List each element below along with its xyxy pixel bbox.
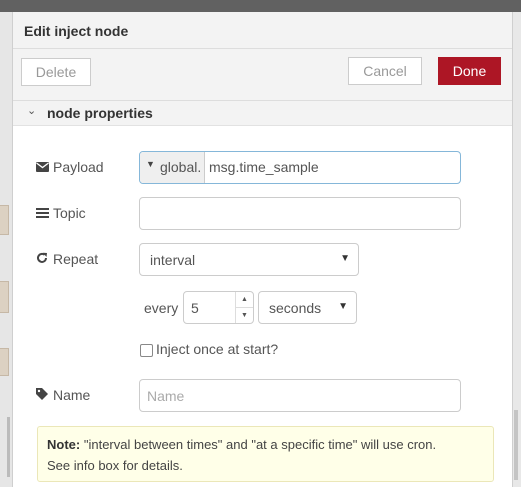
workspace-background <box>0 12 12 487</box>
interval-value[interactable]: 5 <box>191 300 199 316</box>
repeat-label-text: Repeat <box>53 251 99 267</box>
name-input[interactable]: Name <box>139 379 461 412</box>
repeat-icon <box>35 251 49 267</box>
topic-input[interactable] <box>139 197 461 230</box>
workspace-scrollbar[interactable] <box>7 417 10 477</box>
node-properties-section: ⌄ node properties Payload ▼ global. msg.… <box>13 101 512 487</box>
section-header[interactable]: ⌄ node properties <box>13 101 512 126</box>
repeat-selected: interval <box>150 252 196 268</box>
note-box: Note: "interval between times" and "at a… <box>37 426 494 482</box>
chevron-down-icon: ⌄ <box>27 105 37 117</box>
cancel-button[interactable]: Cancel <box>348 57 422 85</box>
spin-up-icon[interactable]: ▲ <box>236 292 253 308</box>
tray-toolbar: Delete Cancel Done <box>13 49 512 101</box>
payload-label: Payload <box>35 159 104 175</box>
edit-tray: Edit inject node Delete Cancel Done ⌄ no… <box>12 12 513 487</box>
topic-label: Topic <box>35 205 86 221</box>
envelope-icon <box>35 159 49 175</box>
editor-top-bar <box>0 0 521 12</box>
payload-label-text: Payload <box>53 159 104 175</box>
payload-value[interactable]: msg.time_sample <box>209 159 319 175</box>
interval-units: seconds <box>269 300 322 316</box>
repeat-label: Repeat <box>35 251 98 267</box>
inject-once-checkbox[interactable] <box>140 344 153 357</box>
caret-down-icon: ▼ <box>146 159 155 169</box>
name-label: Name <box>35 387 90 403</box>
workspace-node <box>0 348 9 376</box>
tray-title: Edit inject node <box>24 23 129 39</box>
spinner-buttons: ▲ ▼ <box>235 292 253 323</box>
every-label: every <box>144 300 179 316</box>
workspace-node <box>0 205 9 235</box>
payload-type-select[interactable]: ▼ global. <box>140 152 205 183</box>
payload-input[interactable]: ▼ global. msg.time_sample <box>139 151 461 184</box>
payload-type-label: global. <box>160 159 202 175</box>
list-icon <box>35 205 49 221</box>
caret-down-icon: ▼ <box>340 253 350 264</box>
note-line1: "interval between times" and "at a speci… <box>83 437 437 452</box>
tag-icon <box>35 387 49 403</box>
topic-label-text: Topic <box>53 205 86 221</box>
interval-units-select[interactable]: seconds ▼ <box>258 291 357 324</box>
interval-spinner[interactable]: 5 ▲ ▼ <box>183 291 254 324</box>
done-button[interactable]: Done <box>438 57 501 85</box>
note-bold: Note: <box>47 437 81 452</box>
tray-scrollbar[interactable] <box>514 410 518 480</box>
name-placeholder: Name <box>147 388 185 404</box>
workspace-node <box>0 281 9 313</box>
spin-down-icon[interactable]: ▼ <box>236 308 253 323</box>
delete-button[interactable]: Delete <box>21 58 91 86</box>
repeat-select[interactable]: interval ▼ <box>139 243 359 276</box>
caret-down-icon: ▼ <box>338 301 348 312</box>
section-title: node properties <box>47 105 153 121</box>
note-line2: See info box for details. <box>47 458 183 473</box>
inject-once-label[interactable]: Inject once at start? <box>156 341 278 357</box>
tray-header: Edit inject node <box>13 12 512 49</box>
name-label-text: Name <box>53 387 91 403</box>
